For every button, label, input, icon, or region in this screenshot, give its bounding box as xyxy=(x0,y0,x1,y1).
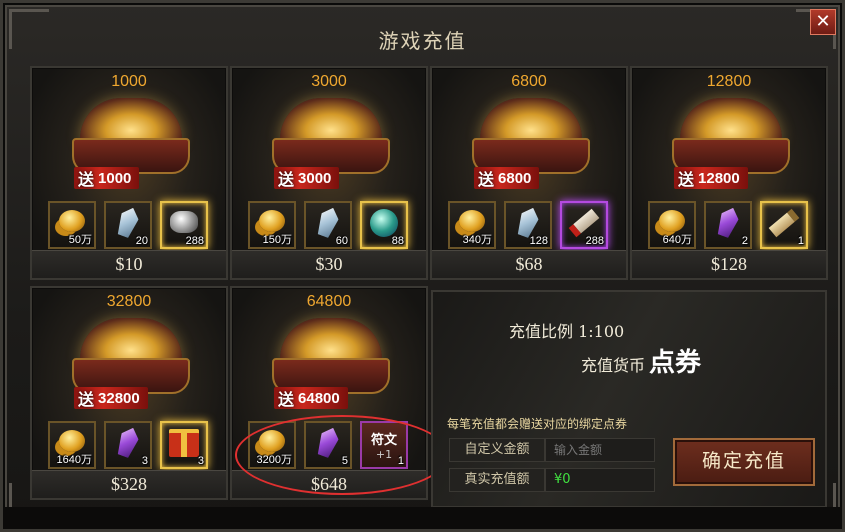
reward-qty: 640万 xyxy=(662,234,692,246)
parchment-scroll-icon xyxy=(768,208,800,238)
gold-coins-icon xyxy=(59,430,85,452)
pack-amount: 64800 xyxy=(306,293,352,310)
gift-amount: 1000 xyxy=(98,169,132,187)
reward-slot[interactable]: 20 xyxy=(104,201,152,249)
pack-card-12800[interactable]: 12800 送 12800 640万 2 1 $128 xyxy=(630,66,828,280)
reward-items: 50万 20 288 xyxy=(48,201,214,249)
reward-qty: 1640万 xyxy=(56,454,92,466)
exchange-ratio: 充值比例 1:100 xyxy=(509,322,625,341)
currency-name: 点券 xyxy=(649,348,702,378)
recharge-window: 游戏充值 ✕ 1000 送 1000 50万 20 288 $10 3000 送… xyxy=(0,0,845,532)
reward-items: 1640万 3 3 xyxy=(48,421,214,469)
price-button[interactable]: $128 xyxy=(632,250,826,278)
reward-slot[interactable]: 1640万 xyxy=(48,421,96,469)
reward-slot[interactable]: 640万 xyxy=(648,201,696,249)
real-amount-value: ¥0 xyxy=(545,468,655,492)
price-button[interactable]: $328 xyxy=(32,470,226,498)
reward-items: 150万 60 88 xyxy=(248,201,414,249)
gift-amount: 12800 xyxy=(698,169,740,187)
silver-ore-icon xyxy=(170,211,198,233)
reward-slot[interactable]: 288 xyxy=(160,201,208,249)
gift-label: 送 xyxy=(78,390,95,409)
red-scroll-icon xyxy=(568,208,600,238)
confirm-recharge-button[interactable]: 确定充值 xyxy=(673,438,815,486)
gift-label: 送 xyxy=(78,170,95,189)
pack-amount: 6800 xyxy=(511,73,547,90)
gift-ribbon: 送 1000 xyxy=(74,167,140,189)
reward-qty: 50万 xyxy=(68,234,92,246)
gold-coins-icon xyxy=(659,210,685,232)
gold-coins-icon xyxy=(59,210,85,232)
reward-qty: 60 xyxy=(335,235,348,247)
reward-slot[interactable]: 3 xyxy=(160,421,208,469)
pack-card-1000[interactable]: 1000 送 1000 50万 20 288 $10 xyxy=(30,66,228,280)
reward-qty: 288 xyxy=(585,235,604,247)
purple-crystal-icon xyxy=(714,205,741,239)
reward-qty: 88 xyxy=(391,235,404,247)
gift-ribbon: 送 12800 xyxy=(674,167,748,189)
reward-qty: 150万 xyxy=(262,234,292,246)
currency-label: 充值货币 xyxy=(581,356,646,375)
reward-qty: 288 xyxy=(185,235,204,247)
gold-coins-icon xyxy=(459,210,485,232)
gift-ribbon: 送 6800 xyxy=(474,167,540,189)
gold-coins-icon xyxy=(259,210,285,232)
gift-ribbon: 送 64800 xyxy=(274,387,348,409)
reward-items: 340万 128 288 xyxy=(448,201,614,249)
reward-slot[interactable]: 88 xyxy=(360,201,408,249)
reward-qty: 3 xyxy=(141,455,148,467)
gift-ribbon: 送 32800 xyxy=(74,387,148,409)
price-button[interactable]: $68 xyxy=(432,250,626,278)
reward-slot[interactable]: 60 xyxy=(304,201,352,249)
gift-box-icon xyxy=(169,429,199,457)
custom-amount-label: 自定义金额 xyxy=(449,438,545,462)
reward-qty: 1 xyxy=(797,235,804,247)
green-orb-icon xyxy=(370,209,398,237)
reward-slot[interactable]: 50万 xyxy=(48,201,96,249)
gift-amount: 6800 xyxy=(498,169,532,187)
reward-slot[interactable]: 3 xyxy=(104,421,152,469)
recharge-info-panel: 充值比例 1:100 充值货币 点券 每笔充值都会赠送对应的绑定点券 自定义金额… xyxy=(431,290,827,508)
reward-qty: 3 xyxy=(197,455,204,467)
reward-qty: 20 xyxy=(135,235,148,247)
pack-card-32800[interactable]: 32800 送 32800 1640万 3 3 $328 xyxy=(30,286,228,500)
pack-card-3000[interactable]: 3000 送 3000 150万 60 88 $30 xyxy=(230,66,428,280)
pack-amount: 3000 xyxy=(311,73,347,90)
amount-input[interactable] xyxy=(545,438,655,462)
price-button[interactable]: $30 xyxy=(232,250,426,278)
reward-slot[interactable]: 288 xyxy=(560,201,608,249)
reward-slot[interactable]: 128 xyxy=(504,201,552,249)
gift-amount: 32800 xyxy=(98,389,140,407)
reward-items: 640万 2 1 xyxy=(648,201,814,249)
annotation-highlight-ellipse xyxy=(235,415,449,495)
currency-line: 充值货币 点券 xyxy=(581,342,701,379)
reward-slot[interactable]: 150万 xyxy=(248,201,296,249)
gift-label: 送 xyxy=(478,170,495,189)
purple-crystal-icon xyxy=(114,425,141,459)
window-title: 游戏充值 xyxy=(378,29,467,53)
reward-qty: 340万 xyxy=(462,234,492,246)
price-button[interactable]: $10 xyxy=(32,250,226,278)
gift-label: 送 xyxy=(278,170,295,189)
reward-slot[interactable]: 1 xyxy=(760,201,808,249)
bottom-strip xyxy=(3,507,842,529)
close-button[interactable]: ✕ xyxy=(810,9,836,35)
gift-label: 送 xyxy=(678,170,695,189)
pack-amount: 32800 xyxy=(106,293,152,310)
pack-amount: 12800 xyxy=(706,73,752,90)
bonus-note: 每笔充值都会赠送对应的绑定点券 xyxy=(447,417,628,431)
gift-amount: 3000 xyxy=(298,169,332,187)
gift-ribbon: 送 3000 xyxy=(274,167,340,189)
gift-label: 送 xyxy=(278,390,295,409)
pack-amount: 1000 xyxy=(111,73,147,90)
reward-qty: 2 xyxy=(741,235,748,247)
gift-amount: 64800 xyxy=(298,389,340,407)
reward-slot[interactable]: 340万 xyxy=(448,201,496,249)
reward-slot[interactable]: 2 xyxy=(704,201,752,249)
reward-qty: 128 xyxy=(529,235,548,247)
real-amount-label: 真实充值额 xyxy=(449,468,545,492)
pack-card-6800[interactable]: 6800 送 6800 340万 128 288 $68 xyxy=(430,66,628,280)
